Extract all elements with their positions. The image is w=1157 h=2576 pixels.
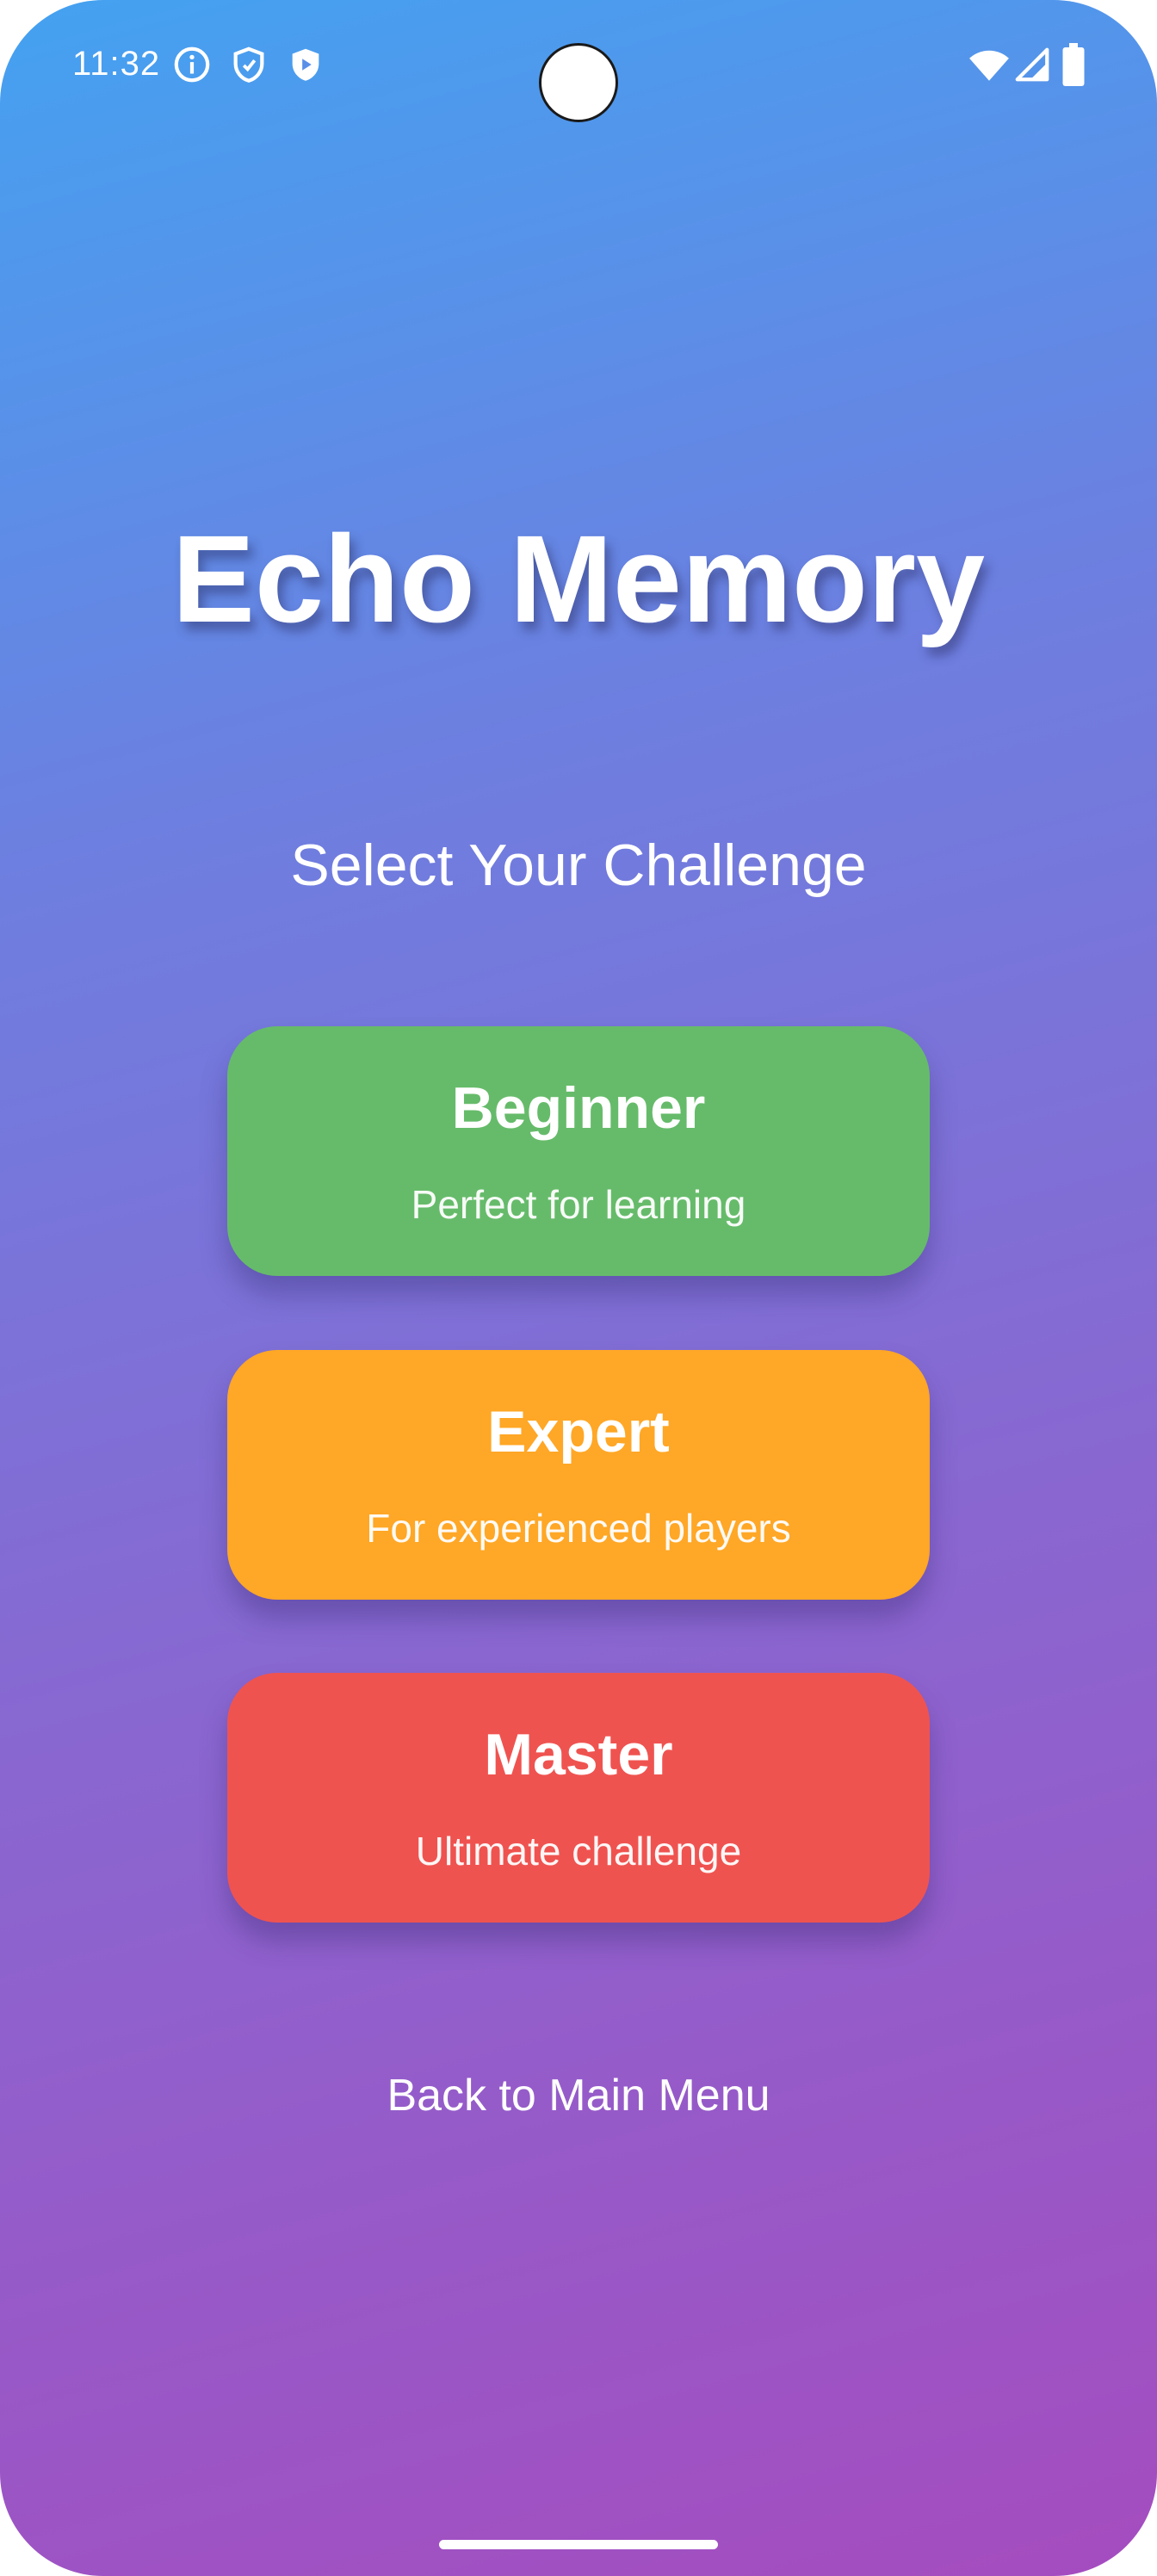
difficulty-description: Perfect for learning — [411, 1182, 746, 1227]
difficulty-master-button[interactable]: Master Ultimate challenge — [227, 1673, 930, 1923]
back-to-main-menu-button[interactable]: Back to Main Menu — [0, 2070, 1157, 2121]
info-icon — [172, 45, 212, 84]
page-subtitle: Select Your Challenge — [290, 833, 867, 898]
home-indicator[interactable] — [439, 2540, 718, 2549]
camera-cutout — [539, 43, 618, 122]
difficulty-name: Beginner — [451, 1075, 706, 1141]
status-time: 11:32 — [72, 45, 161, 83]
battery-icon — [1061, 43, 1086, 86]
shield-icon — [229, 45, 269, 84]
difficulty-name: Master — [484, 1722, 673, 1787]
app-title: Echo Memory — [171, 510, 986, 648]
difficulty-name: Expert — [487, 1399, 670, 1464]
difficulty-beginner-button[interactable]: Beginner Perfect for learning — [227, 1026, 930, 1276]
difficulty-description: For experienced players — [366, 1506, 791, 1551]
play-shield-icon — [286, 45, 325, 84]
cellular-signal-icon — [1012, 45, 1052, 84]
difficulty-expert-button[interactable]: Expert For experienced players — [227, 1350, 930, 1600]
wifi-icon — [968, 43, 1011, 86]
app-screen: 11:32 Echo Memory Select Your Challenge … — [0, 0, 1157, 2576]
difficulty-description: Ultimate challenge — [415, 1829, 742, 1873]
